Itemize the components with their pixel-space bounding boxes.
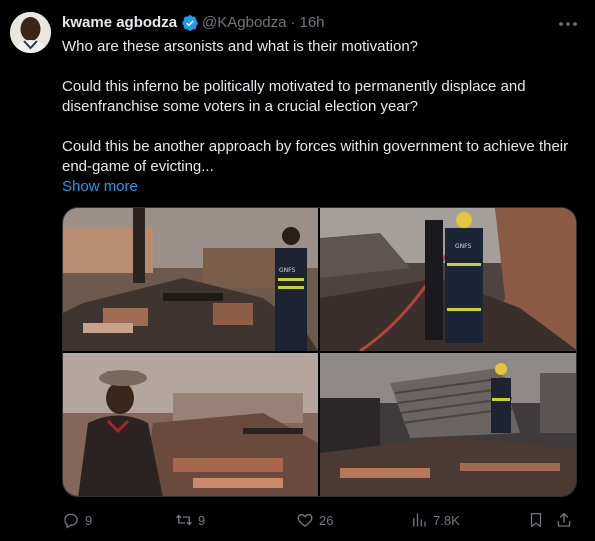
heart-icon xyxy=(297,513,313,527)
views-icon xyxy=(413,513,426,527)
avatar-image xyxy=(10,12,51,53)
tweet-paragraph: Who are these arsonists and what is thei… xyxy=(62,38,419,55)
like-button[interactable]: 26 xyxy=(296,509,333,531)
views-button[interactable]: 7.8K xyxy=(410,509,460,531)
photo-4[interactable] xyxy=(320,353,576,496)
author-handle[interactable]: @KAgbodza xyxy=(202,13,286,33)
author-name[interactable]: kwame agbodza xyxy=(62,13,177,33)
views-count: 7.8K xyxy=(433,512,460,528)
reply-count: 9 xyxy=(85,512,93,528)
media-grid: GNFS GNFS xyxy=(62,207,577,497)
timestamp[interactable]: 16h xyxy=(300,13,325,33)
photo-3[interactable] xyxy=(63,353,318,496)
reply-button[interactable]: 9 xyxy=(62,509,92,531)
retweet-button[interactable]: 9 xyxy=(175,509,205,531)
tweet-header: kwame agbodza @KAgbodza · 16h xyxy=(62,13,325,33)
share-button[interactable] xyxy=(555,509,573,531)
more-options-button[interactable] xyxy=(557,14,579,34)
fire-aftermath-image: GNFS xyxy=(63,208,318,351)
burnt-structure-image xyxy=(320,353,576,496)
firefighters-image: GNFS xyxy=(320,208,576,351)
reply-icon xyxy=(64,513,78,529)
vest-label: GNFS xyxy=(279,267,295,274)
retweet-count: 9 xyxy=(198,512,206,528)
show-more-link[interactable]: Show more xyxy=(62,177,577,197)
action-bar: 9 9 26 7.8K xyxy=(62,509,577,531)
share-icon xyxy=(557,512,571,527)
tweet-text: Who are these arsonists and what is thei… xyxy=(62,37,577,197)
bookmark-button[interactable] xyxy=(527,509,545,531)
man-in-ruins-image xyxy=(63,353,318,496)
photo-1[interactable]: GNFS xyxy=(63,208,318,351)
avatar[interactable] xyxy=(10,12,51,53)
separator-dot: · xyxy=(290,14,296,31)
tweet-paragraph: Could this be another approach by forces… xyxy=(62,138,569,175)
more-dots-icon xyxy=(559,22,577,26)
bookmark-icon xyxy=(530,512,542,528)
photo-2[interactable]: GNFS xyxy=(320,208,576,351)
verified-badge-icon xyxy=(181,14,199,32)
like-count: 26 xyxy=(319,512,334,528)
vest-label: GNFS xyxy=(455,243,471,250)
tweet-paragraph: Could this inferno be politically motiva… xyxy=(62,78,526,115)
retweet-icon xyxy=(176,514,192,526)
